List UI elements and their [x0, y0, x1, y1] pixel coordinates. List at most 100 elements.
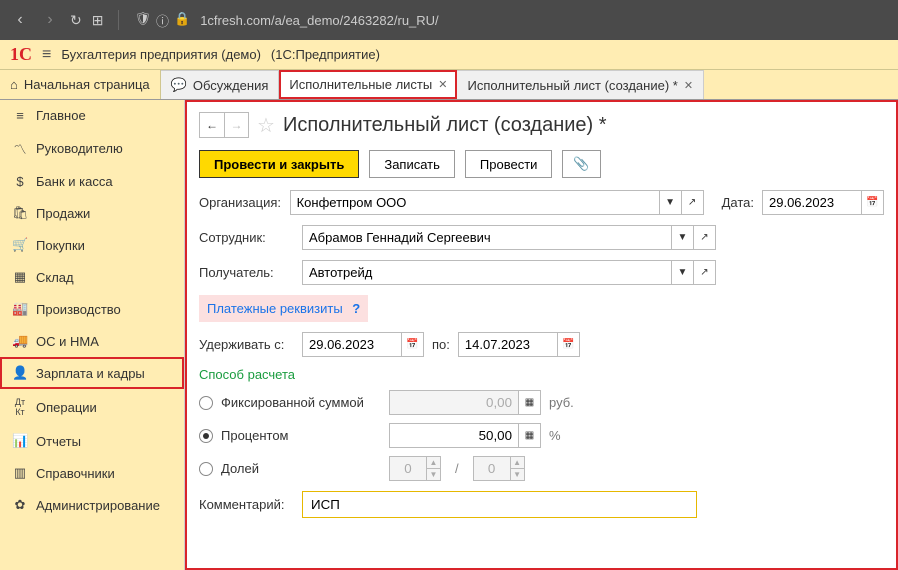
- radio-fixed[interactable]: [199, 396, 213, 410]
- radio-fixed-label: Фиксированной суммой: [221, 395, 381, 410]
- sidebar-item-bank[interactable]: $ Банк и касса: [0, 166, 184, 197]
- sidebar-item-label: Банк и касса: [36, 174, 113, 189]
- chart-icon: 〽: [12, 139, 28, 158]
- sidebar-item-label: Операции: [36, 400, 97, 415]
- post-close-button[interactable]: Провести и закрыть: [199, 150, 359, 178]
- refresh-icon[interactable]: ↻: [70, 12, 82, 29]
- close-icon[interactable]: ✕: [438, 78, 447, 91]
- apps-icon[interactable]: ⊞: [92, 12, 104, 29]
- emp-label: Сотрудник:: [199, 230, 294, 245]
- tab-sheets-label: Исполнительные листы: [289, 77, 432, 92]
- app-header: 1C ≡ Бухгалтерия предприятия (демо) (1С:…: [0, 40, 898, 70]
- calculator-icon: ▦: [519, 390, 541, 415]
- radio-fraction[interactable]: [199, 462, 213, 476]
- recv-input[interactable]: [302, 260, 672, 285]
- dropdown-icon[interactable]: ▼: [672, 260, 694, 285]
- app-name: Бухгалтерия предприятия (демо): [61, 47, 261, 62]
- spinner: ▲▼: [511, 456, 525, 481]
- calc-method-label: Способ расчета: [199, 367, 884, 382]
- sidebar-item-operations[interactable]: ДтКтОперации: [0, 389, 184, 425]
- sidebar-item-production[interactable]: 🏭Производство: [0, 293, 184, 325]
- menu-icon[interactable]: ≡: [42, 46, 51, 64]
- recv-label: Получатель:: [199, 265, 294, 280]
- sidebar-item-label: Зарплата и кадры: [36, 366, 145, 381]
- sidebar-item-label: Главное: [36, 108, 86, 123]
- close-icon[interactable]: ✕: [684, 79, 693, 92]
- calendar-icon[interactable]: 📅: [402, 332, 424, 357]
- save-button[interactable]: Записать: [369, 150, 455, 178]
- open-icon[interactable]: ↗: [694, 225, 716, 250]
- dropdown-icon[interactable]: ▼: [660, 190, 682, 215]
- payment-details-link[interactable]: Платежные реквизиты ?: [199, 295, 368, 322]
- sidebar-item-sales[interactable]: 🛍Продажи: [0, 197, 184, 229]
- sidebar-item-label: Отчеты: [36, 434, 81, 449]
- post-button[interactable]: Провести: [465, 150, 553, 178]
- sidebar-item-label: Склад: [36, 270, 74, 285]
- person-icon: 👤: [12, 365, 28, 381]
- nav-back-button[interactable]: ←: [200, 113, 224, 137]
- content-area: ← → ☆ Исполнительный лист (создание) * П…: [185, 100, 898, 570]
- url-bar[interactable]: 1cfresh.com/a/ea_demo/2463282/ru_RU/: [200, 13, 438, 28]
- tab-exec-sheets[interactable]: Исполнительные листы ✕: [279, 70, 457, 99]
- grid-icon: ▦: [12, 269, 28, 285]
- nav-forward-button[interactable]: →: [224, 113, 248, 137]
- radio-percent[interactable]: [199, 429, 213, 443]
- sidebar-item-main[interactable]: ≡ Главное: [0, 100, 184, 131]
- fixed-amount-input: [389, 390, 519, 415]
- tab-home-label: Начальная страница: [24, 77, 150, 92]
- sidebar-item-catalogs[interactable]: ▥Справочники: [0, 457, 184, 489]
- help-icon[interactable]: ?: [352, 301, 360, 316]
- hold-to-input[interactable]: [458, 332, 558, 357]
- spinner: ▲▼: [427, 456, 441, 481]
- lock-icon: 🔒: [174, 11, 190, 30]
- open-icon[interactable]: ↗: [682, 190, 704, 215]
- back-icon[interactable]: ‹: [10, 10, 30, 30]
- chat-icon: 💬: [171, 77, 187, 93]
- report-icon: 📊: [12, 433, 28, 449]
- sidebar-item-admin[interactable]: ✿Администрирование: [0, 489, 184, 521]
- calendar-icon[interactable]: 📅: [558, 332, 580, 357]
- sidebar-item-label: Справочники: [36, 466, 115, 481]
- frac-num-input: [389, 456, 427, 481]
- sidebar-item-assets[interactable]: 🚚 ОС и НМА: [0, 325, 184, 357]
- cart-icon: 🛒: [12, 237, 28, 253]
- paperclip-icon: 📎: [573, 156, 589, 171]
- money-icon: $: [12, 174, 28, 189]
- forward-icon[interactable]: ›: [40, 10, 60, 30]
- browser-toolbar: ‹ › ↻ ⊞ 🛡 ⓘ 🔒 1cfresh.com/a/ea_demo/2463…: [0, 0, 898, 40]
- sidebar-item-warehouse[interactable]: ▦ Склад: [0, 261, 184, 293]
- sidebar-item-label: ОС и НМА: [36, 334, 99, 349]
- comment-label: Комментарий:: [199, 497, 294, 512]
- truck-icon: 🚚: [12, 333, 28, 349]
- star-icon[interactable]: ☆: [257, 113, 275, 138]
- org-label: Организация:: [199, 195, 282, 210]
- bag-icon: 🛍: [12, 205, 28, 221]
- date-input[interactable]: [762, 190, 862, 215]
- org-input[interactable]: [290, 190, 660, 215]
- pay-req-text: Платежные реквизиты: [207, 301, 343, 316]
- frac-den-input: [473, 456, 511, 481]
- shield-icon: 🛡: [134, 11, 151, 30]
- dropdown-icon[interactable]: ▼: [672, 225, 694, 250]
- tab-home[interactable]: ⌂ Начальная страница: [0, 70, 161, 99]
- sidebar-item-manager[interactable]: 〽Руководителю: [0, 131, 184, 166]
- calculator-icon[interactable]: ▦: [519, 423, 541, 448]
- calendar-icon[interactable]: 📅: [862, 190, 884, 215]
- attach-button[interactable]: 📎: [562, 150, 600, 178]
- factory-icon: 🏭: [12, 301, 28, 317]
- tab-discuss[interactable]: 💬 Обсуждения: [161, 70, 280, 99]
- sidebar-item-label: Администрирование: [36, 498, 160, 513]
- tabs-row: ⌂ Начальная страница 💬 Обсуждения Исполн…: [0, 70, 898, 100]
- list-icon: ≡: [12, 108, 28, 123]
- emp-input[interactable]: [302, 225, 672, 250]
- info-icon[interactable]: ⓘ: [156, 11, 169, 30]
- tab-exec-create[interactable]: Исполнительный лист (создание) * ✕: [457, 70, 704, 99]
- percent-input[interactable]: [389, 423, 519, 448]
- open-icon[interactable]: ↗: [694, 260, 716, 285]
- comment-input[interactable]: [302, 491, 697, 518]
- hold-from-input[interactable]: [302, 332, 402, 357]
- to-label: по:: [432, 337, 450, 352]
- sidebar-item-reports[interactable]: 📊 Отчеты: [0, 425, 184, 457]
- sidebar-item-purchases[interactable]: 🛒Покупки: [0, 229, 184, 261]
- sidebar-item-payroll[interactable]: 👤 Зарплата и кадры: [0, 357, 184, 389]
